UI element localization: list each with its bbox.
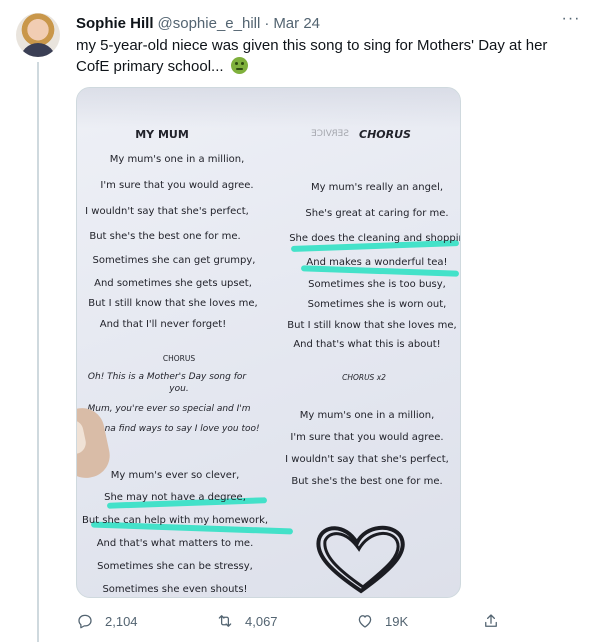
author-name[interactable]: Sophie Hill: [76, 15, 154, 32]
left-verse-line: And that I'll never forget!: [99, 319, 227, 330]
heart-doodle-icon: [316, 526, 405, 594]
thumb-nail: [77, 418, 88, 456]
right-verse-line: And makes a wonderful tea!: [306, 257, 448, 268]
right-verse-line: Sometimes she is worn out,: [307, 299, 447, 310]
tweet-text: my 5-year-old niece was given this song …: [76, 35, 576, 77]
retweet-icon: [218, 615, 232, 627]
like-count: 19K: [385, 613, 409, 629]
left-verse-line: I'm sure that you would agree.: [100, 180, 254, 191]
tweet-actions: 2,104 4,067 19K: [76, 610, 506, 632]
avatar[interactable]: [16, 13, 60, 57]
left-verse2-line: She may not have a degree,: [104, 492, 246, 503]
left-verse-line: But she's the best one for me.: [89, 231, 241, 242]
thumb: [77, 403, 114, 483]
tweet-body: my 5-year-old niece was given this song …: [76, 37, 548, 75]
right-verse-line: She does the cleaning and shoppin: [289, 233, 461, 244]
left-chorus-line: Oh! This is a Mother's Day song for: [87, 372, 247, 382]
right-verse-line: She's great at caring for me.: [305, 208, 449, 219]
right-chorus-x2: CHORUS x2: [342, 373, 386, 382]
left-title: MY MUM: [135, 128, 189, 141]
page-shadow: [77, 88, 460, 128]
left-verse-line: Sometimes she can get grumpy,: [92, 255, 256, 266]
right-verse2-line: I wouldn't say that she's perfect,: [285, 454, 449, 465]
left-verse-line: My mum's one in a million,: [109, 154, 245, 165]
right-verse-line: Sometimes she is too busy,: [308, 279, 446, 290]
tweet-date[interactable]: Mar 24: [273, 15, 320, 32]
left-verse-line: But I still know that she loves me,: [88, 298, 258, 309]
tweet-header: Sophie Hill @sophie_e_hill · Mar 24 ···: [76, 11, 582, 34]
avatar-shoulders: [20, 43, 56, 57]
reply-button[interactable]: 2,104: [76, 612, 138, 630]
dot-separator: ·: [264, 14, 270, 32]
left-verse2-line: And that's what matters to me.: [96, 538, 254, 549]
left-verse2-line: Sometimes she can be stressy,: [97, 561, 253, 572]
nauseated-face-icon: [230, 57, 248, 74]
right-verse2-line: But she's the best one for me.: [291, 476, 443, 487]
share-button[interactable]: [482, 612, 500, 630]
heart-icon: [358, 615, 372, 628]
left-verse-line: I wouldn't say that she's perfect,: [85, 206, 249, 217]
right-verse-line: And that's what this is about!: [293, 339, 441, 350]
right-bleed-title: SERVICE: [311, 129, 349, 139]
left-chorus-line: you.: [169, 384, 189, 394]
right-verse-line: My mum's really an angel,: [310, 182, 444, 193]
left-chorus-label: CHORUS: [162, 354, 196, 363]
more-options-icon[interactable]: ···: [560, 11, 582, 34]
left-verse-line: And sometimes she gets upset,: [94, 278, 252, 289]
right-verse-line: But I still know that she loves me,: [287, 320, 457, 331]
retweet-button[interactable]: 4,067: [216, 612, 278, 630]
share-icon: [485, 614, 497, 627]
left-verse2-line: Sometimes she even shouts!: [102, 584, 248, 595]
author-handle[interactable]: @sophie_e_hill: [158, 15, 261, 32]
retweet-count: 4,067: [245, 613, 278, 629]
thread-line: [37, 62, 39, 642]
left-chorus-line: Gonna find ways to say I love you too!: [86, 424, 260, 434]
right-verse2-line: I'm sure that you would agree.: [290, 432, 444, 443]
right-verse2-line: My mum's one in a million,: [299, 410, 435, 421]
reply-icon: [78, 614, 92, 629]
left-chorus-line: Mum, you're ever so special and I'm: [87, 404, 251, 414]
right-title: CHORUS: [359, 128, 411, 141]
left-verse2-line: But she can help with my homework,: [81, 515, 269, 526]
reply-count: 2,104: [105, 613, 138, 629]
like-button[interactable]: 19K: [356, 612, 408, 630]
tweet-photo[interactable]: MY MUM My mum's one in a million, I'm su…: [76, 87, 461, 598]
left-verse2-line: My mum's ever so clever,: [110, 470, 240, 481]
